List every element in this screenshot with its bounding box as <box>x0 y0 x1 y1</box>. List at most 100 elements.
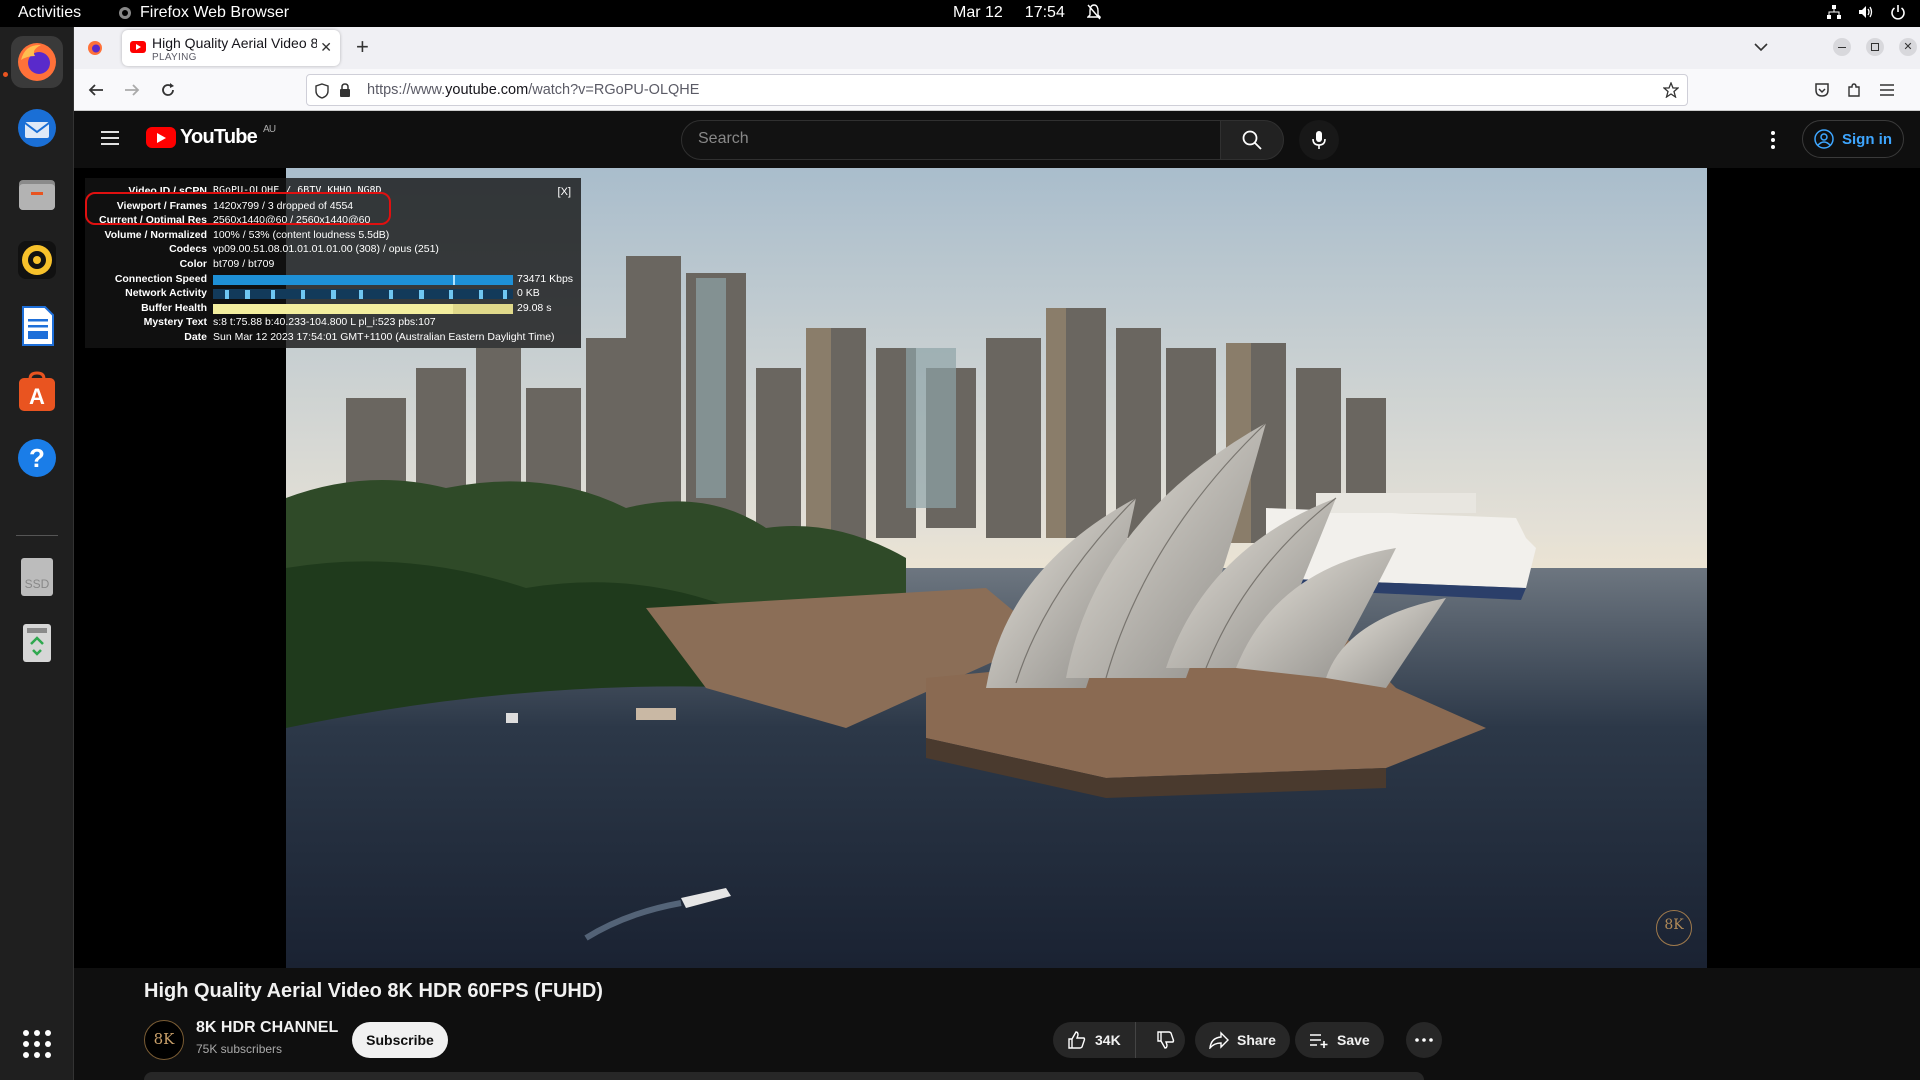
rhythmbox-icon[interactable] <box>11 234 63 286</box>
channel-name[interactable]: 8K HDR CHANNEL <box>196 1019 338 1037</box>
forward-arrow-icon[interactable] <box>124 82 140 98</box>
stats-value: vp09.00.51.08.01.01.01.01.00 (308) / opu… <box>213 243 439 256</box>
more-horizontal-icon <box>1415 1038 1433 1042</box>
stats-row: Color bt709 / bt709 <box>85 258 581 273</box>
sign-in-label: Sign in <box>1842 130 1892 148</box>
system-top-bar: Activities Firefox Web Browser Mar 12 17… <box>0 0 1920 27</box>
navigation-toolbar: https://www.youtube.com/watch?v=RGoPU-OL… <box>74 69 1920 111</box>
settings-more-icon[interactable] <box>1770 130 1776 150</box>
firefox-view-icon[interactable] <box>87 40 103 56</box>
app-name-label: Firefox Web Browser <box>140 4 290 21</box>
pocket-icon[interactable] <box>1814 82 1830 98</box>
stats-label: Codecs <box>169 243 207 256</box>
tab-strip: High Quality Aerial Video 8K HDR 60FPS (… <box>74 27 1920 69</box>
search-input[interactable] <box>698 130 1198 148</box>
running-indicator <box>3 72 8 77</box>
youtube-logo-text: YouTube <box>180 126 258 148</box>
ssd-label: SSD <box>25 577 50 591</box>
connection-speed-graph <box>213 274 513 285</box>
channel-watermark[interactable]: 8K <box>1656 910 1692 946</box>
microphone-icon <box>1312 131 1326 149</box>
tracking-protection-shield-icon[interactable] <box>315 83 329 99</box>
share-button[interactable]: Share <box>1195 1022 1290 1058</box>
stats-label: Connection Speed <box>114 272 207 285</box>
highlight-annotation <box>85 192 391 225</box>
video-title: High Quality Aerial Video 8K HDR 60FPS (… <box>144 980 603 1002</box>
app-menu[interactable]: Firefox Web Browser <box>118 4 289 22</box>
search-box[interactable] <box>681 120 1225 160</box>
stats-value: bt709 / bt709 <box>213 257 275 270</box>
files-icon[interactable] <box>11 168 63 220</box>
network-activity-graph <box>213 289 513 300</box>
app-grid-icon[interactable] <box>11 1018 63 1070</box>
stats-label: Color <box>179 257 207 270</box>
trash-icon[interactable] <box>11 616 63 668</box>
hamburger-menu-icon[interactable] <box>1879 83 1895 97</box>
app-center-icon[interactable]: A <box>11 366 63 418</box>
url-text[interactable]: https://www.youtube.com/watch?v=RGoPU-OL… <box>367 82 699 98</box>
thumbs-up-icon <box>1068 1031 1086 1049</box>
clock-date: Mar 12 <box>953 4 1003 21</box>
dock-separator <box>16 535 58 536</box>
lock-icon[interactable] <box>339 83 351 98</box>
clock[interactable]: Mar 12 17:54 <box>953 4 1101 22</box>
like-dislike-group: 34K <box>1053 1022 1185 1058</box>
tab-youtube[interactable]: High Quality Aerial Video 8K HDR 60FPS (… <box>122 30 340 66</box>
voice-search-button[interactable] <box>1299 120 1339 160</box>
stats-label: Buffer Health <box>141 301 207 314</box>
guide-menu-icon[interactable] <box>100 130 120 146</box>
buffer-health-graph <box>213 303 513 314</box>
more-actions-button[interactable] <box>1406 1022 1442 1058</box>
youtube-header: YouTube AU Sign in <box>74 112 1920 168</box>
stats-label: Volume / Normalized <box>104 228 208 241</box>
ssd-drive-icon[interactable]: SSD <box>11 550 63 602</box>
sign-in-button[interactable]: Sign in <box>1802 120 1904 158</box>
back-arrow-icon[interactable] <box>88 82 104 98</box>
firefox-small-icon <box>119 7 131 19</box>
url-path: /watch?v=RGoPU-OLQHE <box>528 82 700 98</box>
stats-row: Volume / Normalized 100% / 53% (content l… <box>85 229 581 244</box>
region-code: AU <box>262 124 276 135</box>
help-icon[interactable]: ? <box>11 432 63 484</box>
reload-icon[interactable] <box>160 82 176 98</box>
stats-label: Date <box>184 330 207 343</box>
subscriber-count: 75K subscribers <box>196 1042 283 1056</box>
writer-icon[interactable] <box>11 300 63 352</box>
search-button[interactable] <box>1220 120 1284 160</box>
extensions-puzzle-icon[interactable] <box>1846 82 1862 98</box>
thunderbird-icon[interactable] <box>11 102 63 154</box>
minimize-icon[interactable] <box>1833 38 1851 56</box>
channel-avatar[interactable]: 8K <box>144 1020 184 1060</box>
activities-button[interactable]: Activities <box>18 4 81 22</box>
system-tray[interactable] <box>1826 4 1906 20</box>
tab-close-icon[interactable]: ✕ <box>320 39 332 56</box>
volume-icon <box>1859 6 1873 18</box>
youtube-logo[interactable]: YouTube AU <box>146 124 276 149</box>
tab-title: High Quality Aerial Video 8K HDR 60FPS (… <box>152 35 317 51</box>
url-domain: youtube.com <box>445 82 529 98</box>
subscribe-button[interactable]: Subscribe <box>352 1022 448 1058</box>
like-button[interactable]: 34K <box>1053 1022 1136 1058</box>
stats-value: 0 KB <box>517 287 540 300</box>
restore-icon[interactable] <box>1866 38 1884 56</box>
new-tab-icon[interactable]: + <box>356 34 369 60</box>
network-icon <box>1827 5 1841 19</box>
stats-row: Connection Speed 73471 Kbps <box>85 273 581 288</box>
video-player[interactable]: 8K [X] Video ID / sCPN RGoPU-OLQHE / 6BTV… <box>74 168 1920 968</box>
svg-text:A: A <box>29 384 45 409</box>
save-button[interactable]: Save <box>1295 1022 1384 1058</box>
window-close-icon[interactable]: ✕ <box>1899 38 1917 56</box>
stats-value: 73471 Kbps <box>517 272 574 285</box>
url-bar[interactable]: https://www.youtube.com/watch?v=RGoPU-OL… <box>306 74 1688 106</box>
svg-text:?: ? <box>29 443 45 473</box>
bookmark-star-icon[interactable] <box>1663 82 1679 98</box>
thumbs-down-icon <box>1156 1031 1174 1049</box>
firefox-icon[interactable] <box>11 36 63 88</box>
stats-row: Mystery Text s:8 t:75.88 b:40.233-104.800… <box>85 316 581 331</box>
list-tabs-chevron-icon[interactable] <box>1754 42 1768 52</box>
stats-row: Date Sun Mar 12 2023 17:54:01 GMT+1100 (A… <box>85 331 581 346</box>
description-box[interactable] <box>144 1072 1424 1080</box>
dislike-button[interactable] <box>1144 1022 1188 1058</box>
url-prefix: https://www. <box>367 82 446 98</box>
stats-label: Network Activity <box>125 287 207 300</box>
